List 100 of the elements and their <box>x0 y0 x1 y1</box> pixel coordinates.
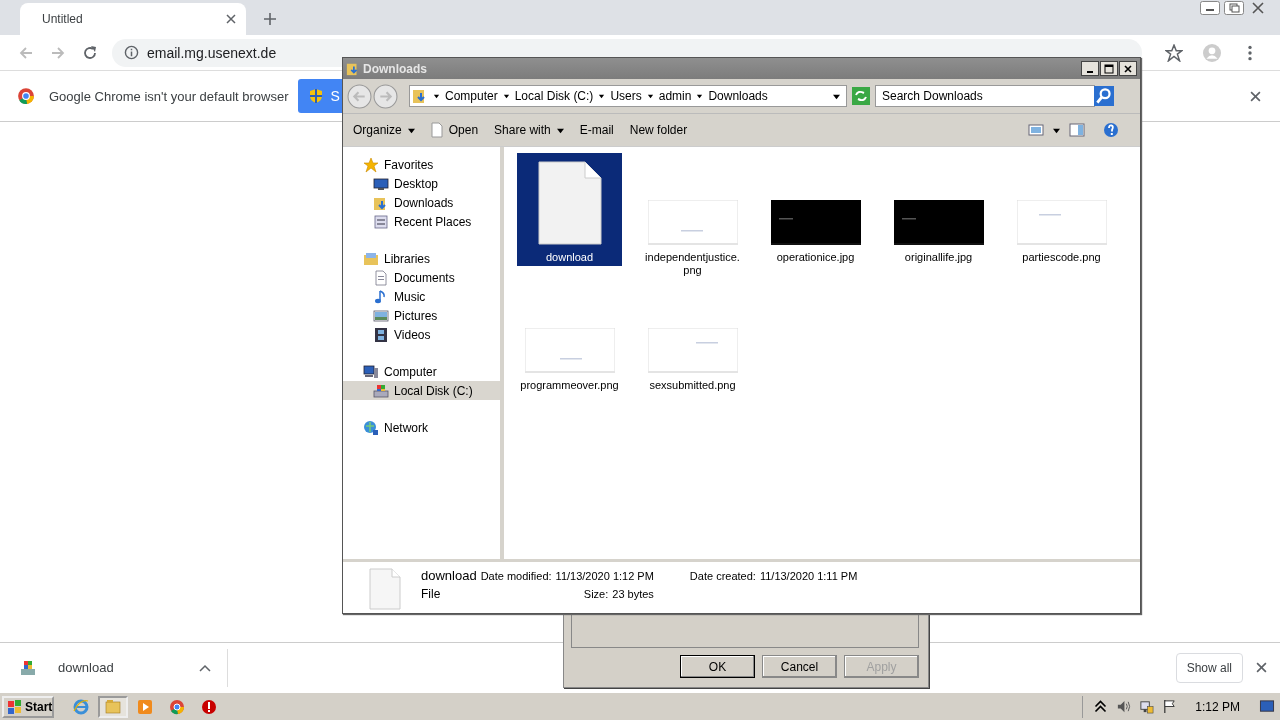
file-item[interactable]: programmeover.png <box>517 281 622 394</box>
file-item[interactable]: sexsubmitted.png <box>640 281 745 394</box>
windows-logo-icon <box>7 698 23 715</box>
address-bar[interactable]: Computer Local Disk (C:) Users admin Downloads <box>409 85 847 107</box>
maximize-button[interactable] <box>1100 61 1118 76</box>
close-icon[interactable] <box>226 14 236 24</box>
start-button[interactable]: Start <box>2 695 54 718</box>
nav-item[interactable]: Documents <box>343 268 500 287</box>
toolbar-button[interactable]: Open <box>430 122 479 138</box>
nav-item[interactable]: Music <box>343 287 500 306</box>
minimize-icon[interactable] <box>1200 1 1220 15</box>
clock[interactable]: 1:12 PM <box>1195 699 1240 714</box>
file-item[interactable]: independentjustice.png <box>640 153 745 279</box>
nav-item[interactable]: Favorites <box>343 155 500 174</box>
caret-icon[interactable] <box>646 92 654 100</box>
file-item[interactable]: originallife.jpg <box>886 153 991 266</box>
nav-item[interactable]: Libraries <box>343 249 500 268</box>
file-type: File <box>421 587 442 601</box>
detail-value: 11/13/2020 1:11 PM <box>759 570 858 582</box>
download-item[interactable]: download <box>0 648 228 687</box>
library-icon <box>363 250 379 267</box>
reload-icon[interactable] <box>82 44 98 61</box>
caret-icon <box>556 126 564 134</box>
search-field[interactable]: Search Downloads <box>875 85 1095 107</box>
document-icon <box>369 568 401 610</box>
caret-icon[interactable] <box>433 92 440 100</box>
help-icon[interactable] <box>1103 122 1119 138</box>
nav-item[interactable]: Desktop <box>343 174 500 193</box>
nav-item[interactable]: Local Disk (C:) <box>343 381 500 400</box>
caret-icon[interactable] <box>696 92 704 100</box>
recent-places-icon <box>373 213 389 230</box>
chevron-up-icon[interactable] <box>1093 699 1109 714</box>
search-icon[interactable] <box>1094 86 1114 106</box>
chrome-icon <box>169 698 185 715</box>
detail-label: Date created: <box>689 570 756 582</box>
star-icon[interactable] <box>1165 43 1183 62</box>
detail-value: 23 bytes <box>612 588 654 600</box>
caret-icon[interactable] <box>502 92 510 100</box>
close-button[interactable] <box>1119 61 1137 76</box>
view-icon[interactable] <box>1028 122 1044 138</box>
chrome-icon <box>17 87 35 105</box>
breadcrumb-item[interactable]: Downloads <box>708 89 768 103</box>
restore-icon[interactable] <box>1224 1 1244 15</box>
minimize-icon <box>1087 70 1093 73</box>
computer-icon <box>363 363 379 380</box>
breadcrumb-item[interactable]: Users <box>610 89 642 103</box>
browser-e-icon <box>73 698 89 715</box>
default-browser-message: Google Chrome isn't your default browser <box>49 88 289 104</box>
caret-icon[interactable] <box>598 92 606 100</box>
close-icon[interactable] <box>1256 662 1267 673</box>
breadcrumb-item[interactable]: Computer <box>445 89 498 103</box>
flag-icon[interactable] <box>1162 699 1178 714</box>
folder-icon <box>105 698 121 715</box>
file-item[interactable]: partiescode.png <box>1009 153 1114 266</box>
network-icon[interactable] <box>1139 699 1155 714</box>
caret-icon[interactable] <box>833 92 840 100</box>
show-desktop-icon[interactable] <box>1258 699 1276 714</box>
info-icon[interactable] <box>124 45 139 60</box>
browser-tab[interactable]: Untitled <box>20 3 246 35</box>
set-default-button[interactable]: S <box>298 79 345 113</box>
chevron-up-icon[interactable] <box>199 663 211 672</box>
toolbar-button[interactable]: New folder <box>629 123 688 137</box>
nav-item[interactable]: Pictures <box>343 306 500 325</box>
globe-icon <box>363 419 379 436</box>
breadcrumb-item[interactable]: Local Disk (C:) <box>514 89 594 103</box>
nav-item[interactable]: Network <box>343 418 500 437</box>
nav-item[interactable]: Videos <box>343 325 500 344</box>
monitor-icon <box>373 175 389 192</box>
detail-label: Date modified: <box>480 570 552 582</box>
dialog-button[interactable]: OK <box>680 655 755 678</box>
plus-icon[interactable] <box>264 13 276 25</box>
refresh-icon[interactable] <box>852 87 870 105</box>
page-icon <box>430 122 443 138</box>
toolbar-button[interactable]: Share with <box>494 123 564 137</box>
breadcrumb-item[interactable]: admin <box>658 89 692 103</box>
caret-icon <box>407 126 415 134</box>
detail-value: 11/13/2020 1:12 PM <box>555 570 654 582</box>
file-item[interactable]: operationice.jpg <box>763 153 868 266</box>
installer-icon <box>20 659 36 676</box>
minimize-button[interactable] <box>1081 61 1099 76</box>
toolbar-button[interactable]: Organize <box>353 123 415 137</box>
file-name: download <box>421 568 477 583</box>
document-icon <box>537 161 602 245</box>
speaker-icon[interactable] <box>1116 699 1132 714</box>
caret-icon[interactable] <box>1053 126 1060 134</box>
file-item[interactable]: download <box>517 153 622 266</box>
dialog-button[interactable]: Cancel <box>762 655 837 678</box>
close-icon[interactable] <box>1250 91 1261 102</box>
shield-icon <box>308 88 325 104</box>
folder-icon <box>412 88 428 104</box>
media-player-icon <box>137 698 153 715</box>
nav-item[interactable]: Downloads <box>343 193 500 212</box>
toolbar-button[interactable]: E-mail <box>579 123 614 137</box>
nav-item[interactable]: Recent Places <box>343 212 500 231</box>
folder-icon <box>346 61 360 76</box>
maximize-icon <box>1104 63 1114 74</box>
show-all-button[interactable]: Show all <box>1175 652 1243 683</box>
preview-pane-icon[interactable] <box>1069 122 1085 138</box>
nav-item[interactable]: Computer <box>343 362 500 381</box>
disk-icon <box>373 382 389 399</box>
